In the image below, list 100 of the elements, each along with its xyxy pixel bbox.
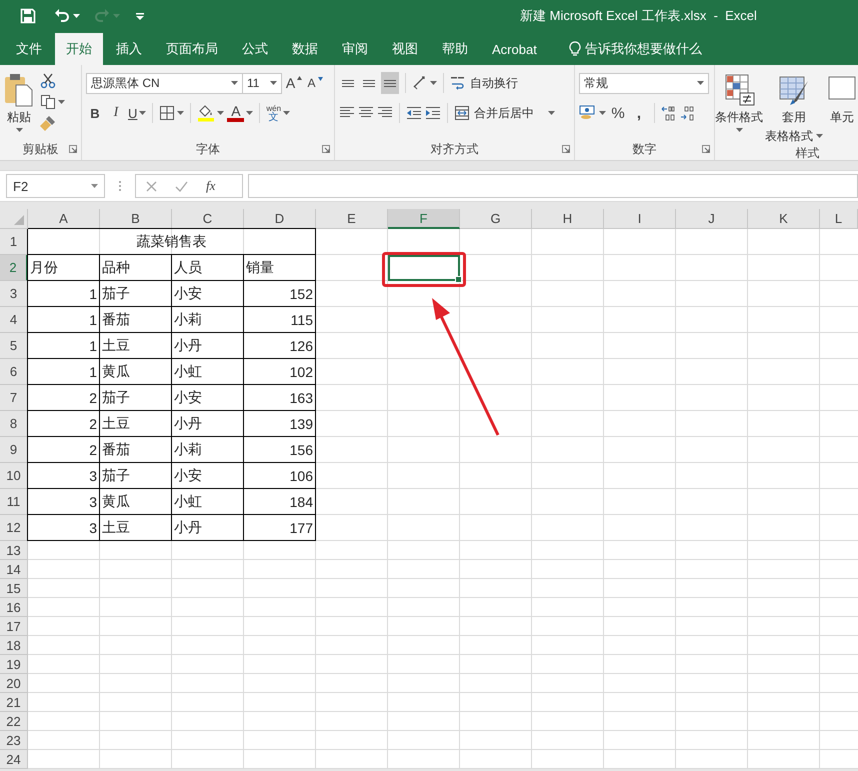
decrease-decimal-icon[interactable] bbox=[680, 105, 696, 121]
merge-center-button[interactable]: 合并后居中 bbox=[454, 104, 555, 122]
paste-button[interactable]: 粘贴 bbox=[4, 71, 34, 138]
row-header[interactable]: 20 bbox=[0, 674, 28, 693]
ribbon-tab[interactable]: 审阅 bbox=[331, 33, 379, 65]
dialog-launcher-icon[interactable] bbox=[69, 145, 77, 153]
row-header[interactable]: 11 bbox=[0, 489, 28, 515]
insert-function-button[interactable]: fx bbox=[206, 178, 216, 194]
caret-icon bbox=[816, 134, 823, 139]
caret-icon bbox=[58, 100, 65, 104]
dialog-launcher-icon[interactable] bbox=[702, 145, 710, 153]
shrink-font-button[interactable]: A bbox=[306, 72, 324, 94]
column-header[interactable]: G bbox=[460, 209, 532, 229]
caret-icon bbox=[217, 110, 224, 116]
row-header[interactable]: 14 bbox=[0, 560, 28, 579]
row-header[interactable]: 21 bbox=[0, 693, 28, 712]
customize-toolbar-icon[interactable] bbox=[136, 12, 144, 20]
conditional-formatting-button[interactable]: 条件格式 bbox=[715, 71, 763, 145]
column-header[interactable]: K bbox=[748, 209, 820, 229]
grow-font-button[interactable]: A bbox=[285, 72, 303, 94]
row-header[interactable]: 23 bbox=[0, 731, 28, 750]
scissors-icon[interactable] bbox=[40, 73, 56, 89]
row-header[interactable]: 3 bbox=[0, 281, 28, 307]
table-cell: 115 bbox=[244, 307, 316, 333]
caret-icon bbox=[430, 80, 437, 86]
row-header[interactable]: 18 bbox=[0, 636, 28, 655]
undo-button[interactable] bbox=[54, 8, 80, 24]
column-header[interactable]: B bbox=[100, 209, 172, 229]
row-header[interactable]: 1 bbox=[0, 229, 28, 255]
underline-button[interactable]: U bbox=[128, 102, 146, 124]
row-header[interactable]: 12 bbox=[0, 515, 28, 541]
row-header[interactable]: 6 bbox=[0, 359, 28, 385]
ribbon-tab[interactable]: 开始 bbox=[55, 33, 103, 65]
table-cell: 土豆 bbox=[100, 411, 172, 437]
tell-me-field[interactable]: 告诉我你想要做什么 bbox=[562, 33, 708, 65]
table-cell: 品种 bbox=[100, 255, 172, 281]
column-header[interactable]: A bbox=[28, 209, 100, 229]
format-painter-icon[interactable] bbox=[40, 115, 56, 131]
row-header[interactable]: 17 bbox=[0, 617, 28, 636]
row-header[interactable]: 19 bbox=[0, 655, 28, 674]
save-icon[interactable] bbox=[20, 8, 36, 24]
formula-input[interactable] bbox=[248, 174, 858, 198]
row-header[interactable]: 8 bbox=[0, 411, 28, 437]
table-cell: 月份 bbox=[28, 255, 100, 281]
row-header[interactable]: 13 bbox=[0, 541, 28, 560]
row-header[interactable]: 2 bbox=[0, 255, 28, 281]
group-label: 数字 bbox=[632, 140, 656, 158]
comma-button[interactable]: , bbox=[630, 102, 648, 124]
undo-icon bbox=[54, 8, 70, 24]
column-header[interactable]: E bbox=[316, 209, 388, 229]
ribbon-tab[interactable]: Acrobat bbox=[481, 33, 548, 65]
ribbon-tab[interactable]: 页面布局 bbox=[155, 33, 229, 65]
row-header[interactable]: 24 bbox=[0, 750, 28, 769]
money-icon bbox=[579, 105, 597, 121]
font-color-button[interactable]: A bbox=[227, 102, 254, 124]
row-header[interactable]: 15 bbox=[0, 579, 28, 598]
phonetic-button[interactable]: wén 文 bbox=[266, 102, 290, 124]
row-header[interactable]: 10 bbox=[0, 463, 28, 489]
align-bottom-icon bbox=[384, 80, 396, 86]
bold-button[interactable]: B bbox=[86, 102, 104, 124]
row-header[interactable]: 5 bbox=[0, 333, 28, 359]
dialog-launcher-icon[interactable] bbox=[322, 145, 330, 153]
increase-decimal-icon[interactable] bbox=[661, 105, 677, 121]
ribbon-tab[interactable]: 文件 bbox=[5, 33, 53, 65]
percent-button[interactable]: % bbox=[609, 102, 627, 124]
table-cell: 2 bbox=[28, 411, 100, 437]
table-cell: 土豆 bbox=[100, 515, 172, 541]
column-header[interactable]: D bbox=[244, 209, 316, 229]
ribbon-tab[interactable]: 数据 bbox=[281, 33, 329, 65]
row-header[interactable]: 22 bbox=[0, 712, 28, 731]
column-header[interactable]: C bbox=[172, 209, 244, 229]
increase-indent-icon[interactable] bbox=[425, 105, 441, 121]
italic-button[interactable]: I bbox=[107, 102, 125, 124]
decrease-indent-icon[interactable] bbox=[406, 105, 422, 121]
name-box[interactable]: F2 bbox=[6, 174, 105, 198]
align-bottom-button[interactable] bbox=[381, 72, 399, 94]
row-header[interactable]: 16 bbox=[0, 598, 28, 617]
column-header[interactable]: L bbox=[820, 209, 858, 229]
table-cell: 184 bbox=[244, 489, 316, 515]
font-name-field[interactable]: 思源黑体 CN bbox=[86, 72, 243, 94]
selected-cell[interactable] bbox=[388, 255, 460, 281]
column-header[interactable]: F bbox=[388, 209, 460, 229]
ribbon-tab[interactable]: 插入 bbox=[105, 33, 153, 65]
wrap-text-button[interactable]: 自动换行 bbox=[450, 74, 518, 92]
dialog-launcher-icon[interactable] bbox=[562, 145, 570, 153]
row-header[interactable]: 4 bbox=[0, 307, 28, 333]
row-header[interactable]: 7 bbox=[0, 385, 28, 411]
font-size-field[interactable]: 11 bbox=[242, 72, 282, 94]
copy-button[interactable] bbox=[40, 93, 65, 111]
column-header[interactable]: H bbox=[532, 209, 604, 229]
row-header[interactable]: 9 bbox=[0, 437, 28, 463]
table-cell: 茄子 bbox=[100, 463, 172, 489]
ribbon-tab[interactable]: 公式 bbox=[231, 33, 279, 65]
column-header[interactable]: I bbox=[604, 209, 676, 229]
ribbon-tab[interactable]: 视图 bbox=[381, 33, 429, 65]
column-header[interactable]: J bbox=[676, 209, 748, 229]
ribbon-tab[interactable]: 帮助 bbox=[431, 33, 479, 65]
number-format-field[interactable]: 常规 bbox=[579, 72, 709, 94]
cell-styles-button[interactable]: 单元 bbox=[825, 71, 858, 145]
format-as-table-button[interactable]: 套用 表格格式 bbox=[765, 71, 823, 145]
